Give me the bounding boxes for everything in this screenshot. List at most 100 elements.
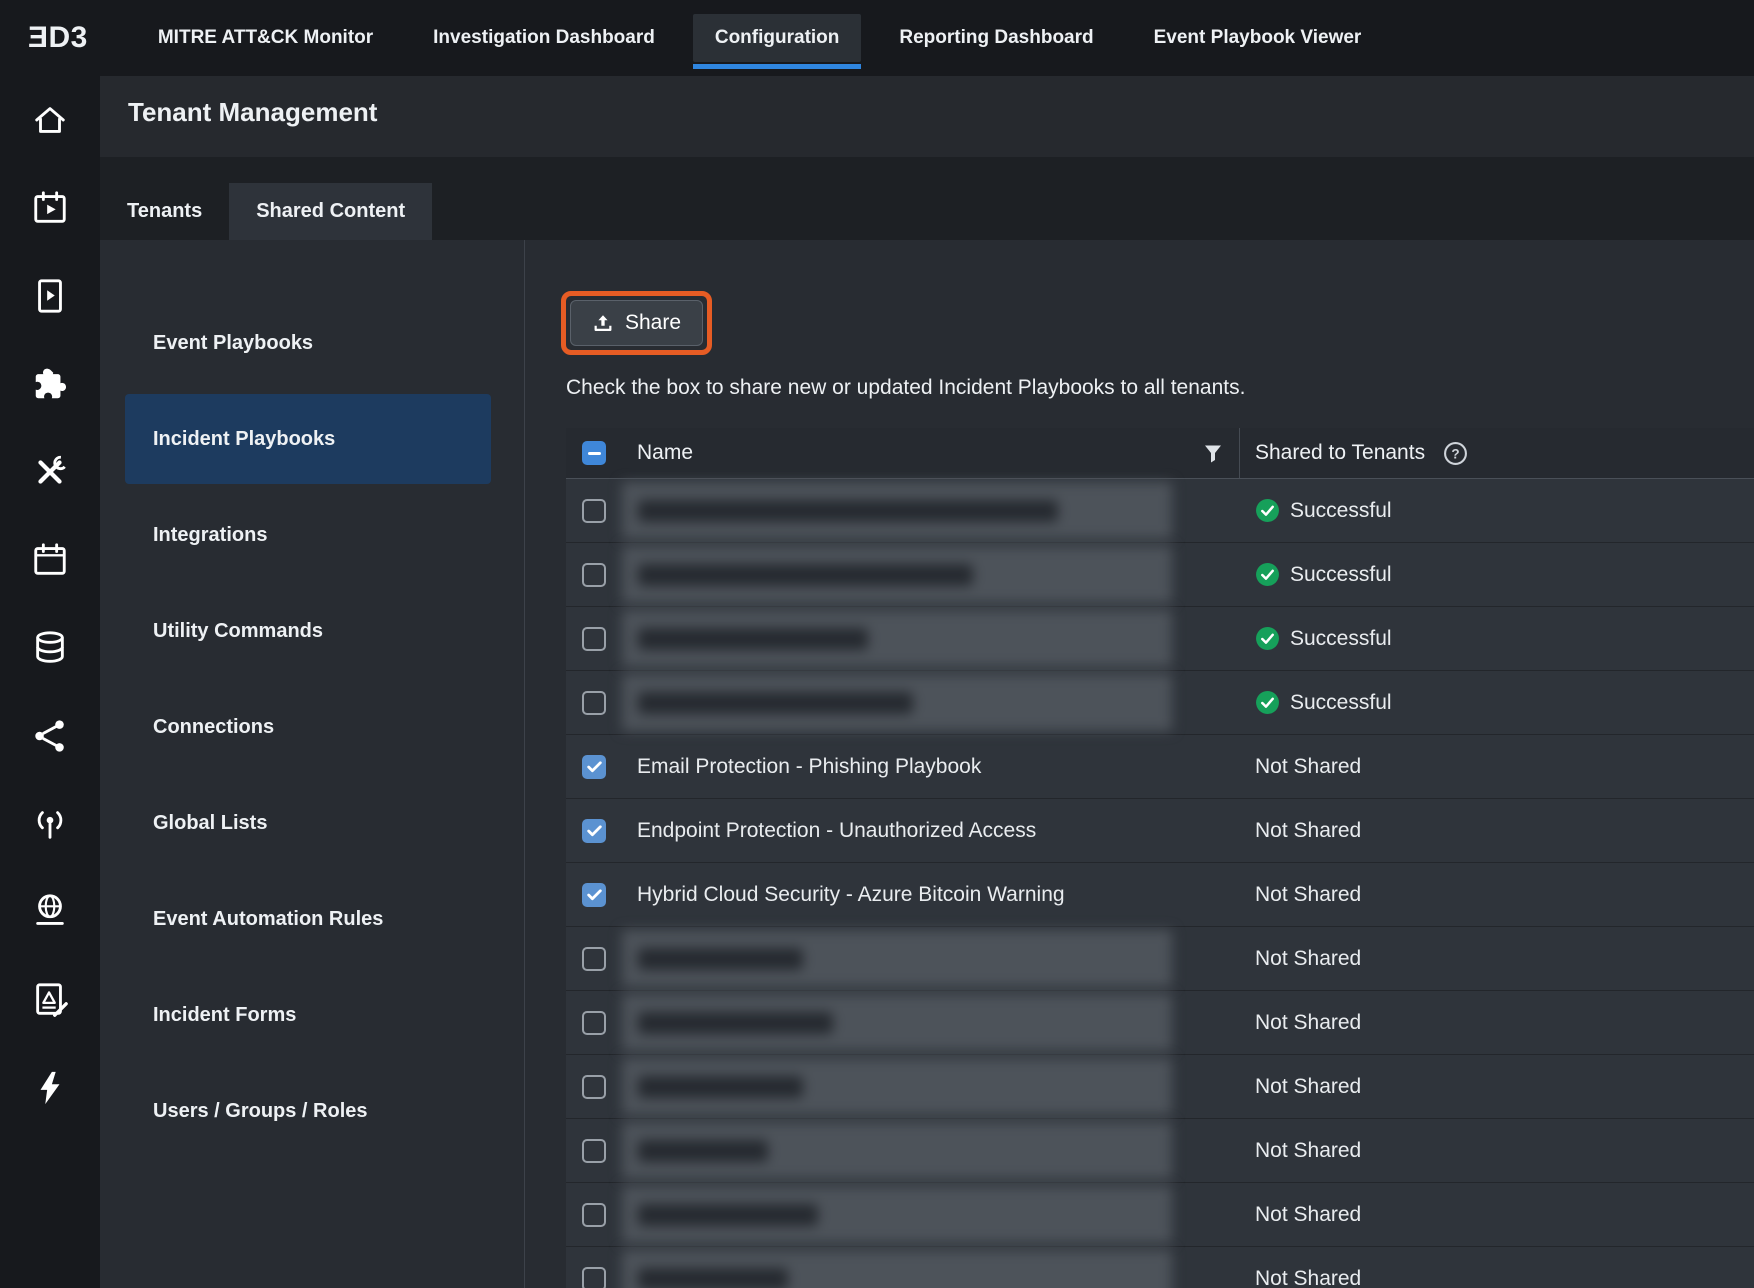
shared-status-cell: Successful — [1240, 607, 1754, 670]
redacted-playbook-name — [622, 610, 1172, 667]
calendar-play-icon[interactable] — [31, 189, 69, 227]
share-button[interactable]: Share — [570, 300, 703, 346]
shared-status-cell: Not Shared — [1240, 735, 1754, 798]
broadcast-icon[interactable] — [31, 805, 69, 843]
redacted-playbook-name — [622, 1058, 1172, 1115]
playbook-name-cell — [622, 607, 1240, 670]
document-play-icon[interactable] — [31, 277, 69, 315]
tab-shared-content[interactable]: Shared Content — [229, 183, 432, 240]
globe-icon[interactable] — [31, 893, 69, 931]
shared-status-text: Not Shared — [1255, 1203, 1361, 1227]
table-row: Endpoint Protection - Unauthorized Acces… — [566, 799, 1754, 863]
svg-text:?: ? — [1451, 446, 1459, 461]
upload-icon — [592, 312, 614, 334]
select-all-cell — [566, 428, 622, 478]
table-row: Successful — [566, 543, 1754, 607]
table-row: Not Shared — [566, 991, 1754, 1055]
success-check-icon — [1255, 562, 1280, 587]
redacted-playbook-name — [622, 546, 1172, 603]
tab-tenants[interactable]: Tenants — [100, 183, 229, 240]
nav-configuration[interactable]: Configuration — [693, 14, 862, 62]
menu-item-global-lists[interactable]: Global Lists — [125, 778, 491, 868]
tools-icon[interactable] — [31, 453, 69, 491]
table-row: Email Protection - Phishing Playbook Not … — [566, 735, 1754, 799]
row-checkbox[interactable] — [582, 499, 606, 523]
row-checkbox-cell — [566, 671, 622, 734]
main-region: Tenant Management Tenants Shared Content… — [100, 76, 1754, 1288]
instruction-text: Check the box to share new or updated In… — [566, 376, 1245, 400]
shared-status-cell: Not Shared — [1240, 863, 1754, 926]
row-checkbox[interactable] — [582, 755, 606, 779]
help-icon[interactable]: ? — [1443, 441, 1468, 466]
shared-status-text: Not Shared — [1255, 755, 1361, 779]
row-checkbox[interactable] — [582, 947, 606, 971]
shared-status-text: Not Shared — [1255, 1139, 1361, 1163]
column-shared-to-tenants-label: Shared to Tenants — [1255, 441, 1425, 465]
shared-status-text: Not Shared — [1255, 1075, 1361, 1099]
lightning-bolt-icon[interactable] — [31, 1069, 69, 1107]
shared-status-cell: Not Shared — [1240, 1247, 1754, 1288]
shared-status-text: Not Shared — [1255, 883, 1361, 907]
row-checkbox-cell — [566, 991, 622, 1054]
row-checkbox-cell — [566, 1119, 622, 1182]
shared-status-cell: Not Shared — [1240, 1119, 1754, 1182]
row-checkbox[interactable] — [582, 1139, 606, 1163]
menu-item-incident-playbooks[interactable]: Incident Playbooks — [125, 394, 491, 484]
row-checkbox-cell — [566, 1183, 622, 1246]
filter-icon[interactable] — [1201, 441, 1225, 465]
shared-status-text: Successful — [1290, 499, 1392, 523]
menu-item-incident-forms[interactable]: Incident Forms — [125, 970, 491, 1060]
nav-event-playbook-viewer[interactable]: Event Playbook Viewer — [1132, 14, 1384, 62]
playbook-name-cell: Endpoint Protection - Unauthorized Acces… — [622, 799, 1240, 862]
row-checkbox[interactable] — [582, 1075, 606, 1099]
shared-content-panel: Event Playbooks Incident Playbooks Integ… — [100, 240, 1754, 1288]
form-pencil-icon[interactable] — [31, 981, 69, 1019]
shared-status-text: Not Shared — [1255, 1011, 1361, 1035]
puzzle-piece-icon[interactable] — [31, 365, 69, 403]
menu-item-integrations[interactable]: Integrations — [125, 490, 491, 580]
shared-status-cell: Not Shared — [1240, 927, 1754, 990]
shared-status-cell: Successful — [1240, 479, 1754, 542]
row-checkbox[interactable] — [582, 1011, 606, 1035]
database-icon[interactable] — [31, 629, 69, 667]
row-checkbox[interactable] — [582, 563, 606, 587]
table-row: Successful — [566, 671, 1754, 735]
row-checkbox[interactable] — [582, 1203, 606, 1227]
redacted-playbook-name — [622, 482, 1172, 539]
nav-reporting-dashboard[interactable]: Reporting Dashboard — [877, 14, 1115, 62]
calendar-icon[interactable] — [31, 541, 69, 579]
menu-item-utility-commands[interactable]: Utility Commands — [125, 586, 491, 676]
shared-status-cell: Successful — [1240, 671, 1754, 734]
playbook-name-cell: Email Protection - Phishing Playbook — [622, 735, 1240, 798]
table-row: Not Shared — [566, 1055, 1754, 1119]
row-checkbox-cell — [566, 863, 622, 926]
menu-item-users-groups-roles[interactable]: Users / Groups / Roles — [125, 1066, 491, 1156]
home-icon[interactable] — [31, 101, 69, 139]
menu-item-connections[interactable]: Connections — [125, 682, 491, 772]
menu-item-event-playbooks[interactable]: Event Playbooks — [125, 298, 491, 388]
nav-investigation-dashboard[interactable]: Investigation Dashboard — [411, 14, 677, 62]
table-row: Successful — [566, 607, 1754, 671]
row-checkbox[interactable] — [582, 1267, 606, 1288]
row-checkbox[interactable] — [582, 627, 606, 651]
playbook-name-cell — [622, 671, 1240, 734]
row-checkbox[interactable] — [582, 819, 606, 843]
network-nodes-icon[interactable] — [31, 717, 69, 755]
redacted-playbook-name — [622, 930, 1172, 987]
row-checkbox[interactable] — [582, 883, 606, 907]
incident-playbooks-share-area: Share Check the box to share new or upda… — [526, 240, 1754, 1288]
shared-status-cell: Not Shared — [1240, 799, 1754, 862]
d3-logo[interactable]: ƎD3 — [28, 21, 88, 55]
playbook-name-cell — [622, 991, 1240, 1054]
select-all-checkbox[interactable] — [582, 441, 606, 465]
redacted-playbook-name — [622, 1250, 1172, 1288]
playbook-name: Email Protection - Phishing Playbook — [637, 755, 981, 779]
table-row: Not Shared — [566, 927, 1754, 991]
playbook-name-cell — [622, 479, 1240, 542]
nav-mitre-attack-monitor[interactable]: MITRE ATT&CK Monitor — [136, 14, 395, 62]
row-checkbox[interactable] — [582, 691, 606, 715]
success-check-icon — [1255, 498, 1280, 523]
playbook-name: Endpoint Protection - Unauthorized Acces… — [637, 819, 1036, 843]
table-row: Hybrid Cloud Security - Azure Bitcoin Wa… — [566, 863, 1754, 927]
menu-item-event-automation-rules[interactable]: Event Automation Rules — [125, 874, 491, 964]
